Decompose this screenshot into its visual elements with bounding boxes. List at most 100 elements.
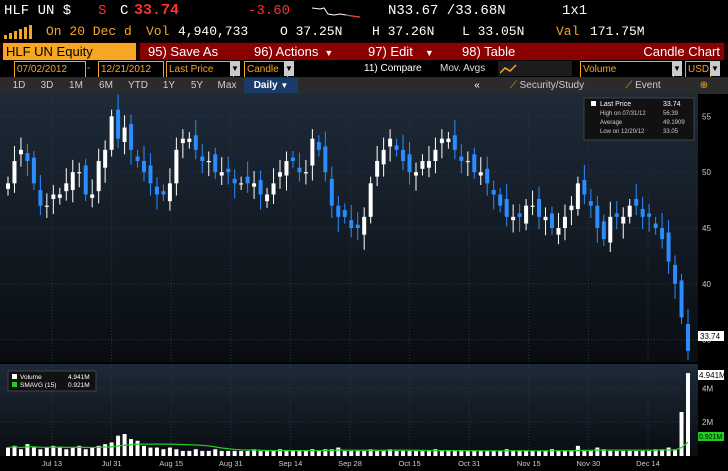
zoom-icon[interactable]: ⊕ [684,78,724,93]
volume-bar [362,450,367,456]
chevron-down-icon[interactable]: ▼ [710,61,720,76]
volume-bar [537,450,542,456]
event-tab[interactable]: ⟋ Event [608,78,678,93]
candle-body [316,142,321,150]
candle-body [401,149,406,161]
volume-bar [355,450,360,456]
candle-body [148,165,153,184]
legend-last-value: 33.74 [663,101,681,108]
chevron-down-icon[interactable]: ▼ [230,61,240,76]
quote-bar: HLF UN $ S C 33.74 -3.60 N33.67 /33.68N … [0,0,728,22]
field-select[interactable]: Last Price [166,61,234,78]
candle-body [562,216,567,228]
compare-button[interactable]: 11) Compare [364,61,422,76]
candle-body [245,176,250,184]
candle-body [154,186,159,195]
candle-body [135,156,140,161]
price-change: -3.60 [248,3,291,19]
security-study-tab[interactable]: ⟋ Security/Study [490,78,604,93]
ticker[interactable]: HLF UN $ [4,3,71,19]
end-date-input[interactable]: 12/21/2012 [98,61,164,78]
currency-select[interactable]: USD [685,61,711,78]
period-tab-max[interactable]: Max [212,78,242,93]
candle-body [232,178,237,184]
chart-type-select[interactable]: Candle [244,61,288,78]
volume-bar [478,450,483,456]
line-chart-icon [499,64,517,74]
volume-bar [381,450,386,456]
actions-button[interactable]: 96) Actions ▼ [246,43,350,60]
candle-body [426,161,431,168]
collapse-icon[interactable]: « [470,78,484,93]
volume-bar [511,450,516,456]
x-tick-label: Oct 31 [458,459,480,468]
candle-body [582,179,587,195]
sparkline-icon [312,7,361,18]
chevron-down-icon: ▼ [280,81,289,90]
volume-bar [135,440,140,456]
candle-body [44,205,49,207]
y-tick-label: 4M [702,384,713,393]
volume-bar [18,449,23,456]
volume-bar [517,450,522,456]
edit-button[interactable]: 97) Edit ▼ [350,43,456,60]
period-tab-1d[interactable]: 1D [6,78,32,93]
candle-body [180,138,185,144]
candle-body [303,172,308,174]
high-value: H 37.26N [372,24,435,39]
start-date-input[interactable]: 07/02/2012 [14,61,86,78]
volume-bar [258,450,263,456]
chart-area[interactable]: 35404550552M4M Jul 13Jul 31Aug 15Aug 31S… [0,94,728,471]
candle-body [414,172,418,176]
legend-last-label: Last Price [600,101,631,108]
x-tick-label: Jul 13 [42,459,62,468]
volume-bar [193,449,198,456]
chevron-down-icon[interactable]: ▼ [672,61,682,76]
volume-bar [200,450,205,456]
table-button[interactable]: 98) Table [446,43,558,60]
candle-body [187,138,192,143]
close-label: C [120,3,129,19]
security-field[interactable]: HLF UN Equity [3,43,136,60]
settings-bar: 07/02/2012 - 12/21/2012 Last Price ▼ Can… [0,60,728,78]
period-tab-ytd[interactable]: YTD [122,78,154,93]
volume-bar [472,450,477,456]
volume-bar [407,450,412,456]
volume-ma-marker-text: 0.921M [699,434,723,441]
volume-bar [336,447,341,456]
candle-body [51,194,56,199]
event-icon: ⟋ [625,80,633,91]
x-tick-label: Dec 14 [636,459,660,468]
candle-body [206,161,211,163]
volume-bar [290,450,295,456]
candle-body [252,183,257,187]
volume-bar [38,449,43,456]
candle-body [83,165,88,195]
period-tab-1m[interactable]: 1M [62,78,90,93]
security-study-label: Security/Study [519,80,585,91]
period-tab-1y[interactable]: 1Y [156,78,182,93]
period-tab-5y[interactable]: 5Y [184,78,210,93]
period-tab-3d[interactable]: 3D [34,78,60,93]
frequency-select[interactable]: Daily ▼ [244,78,298,93]
mov-avgs-button[interactable]: Mov. Avgs [440,61,485,76]
legend-volume-label: Volume [20,374,42,381]
candle-body [349,220,354,228]
x-tick-label: Oct 15 [399,459,421,468]
candle-body [25,153,30,161]
period-tab-6m[interactable]: 6M [92,78,120,93]
volume-bar [109,442,114,456]
save-as-button[interactable]: 95) Save As [140,43,248,60]
chevron-down-icon[interactable]: ▼ [284,61,294,76]
volume-bar [342,450,347,456]
volume-panel[interactable] [0,364,698,456]
candle-body [543,216,548,221]
function-toolbar: HLF UN Equity 95) Save As 96) Actions ▼ 9… [0,42,728,60]
x-tick-label: Nov 30 [577,459,601,468]
candle-body [284,161,289,176]
volume-bar [582,450,587,456]
volume-bar [614,450,619,456]
x-tick-label: Sep 28 [338,459,362,468]
lower-study-select[interactable]: Volume [580,61,674,78]
candle-body [686,324,690,351]
